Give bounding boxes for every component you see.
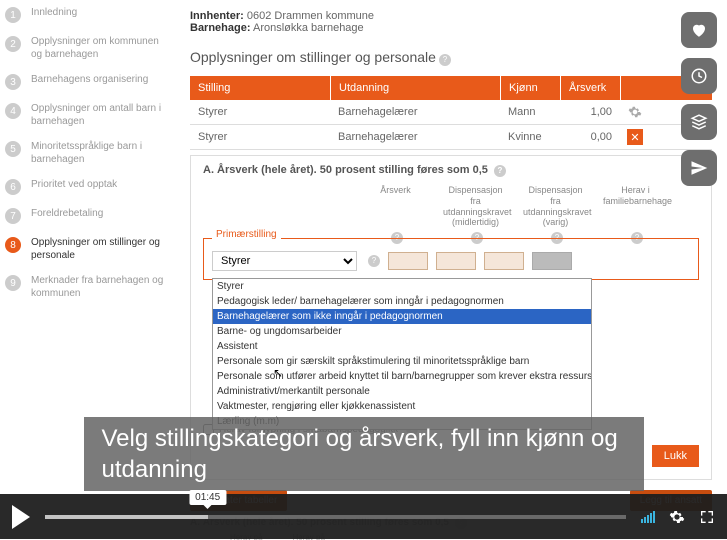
header-info: Innhenter: 0602 Drammen kommune Barnehag… xyxy=(190,10,712,34)
disp-mid-input[interactable] xyxy=(436,252,476,270)
gear-icon[interactable] xyxy=(628,105,642,119)
dropdown-option[interactable]: Personale som utfører arbeid knyttet til… xyxy=(213,369,591,384)
sidebar-item-7[interactable]: 7Foreldrebetaling xyxy=(5,201,170,230)
help-icon[interactable]: ? xyxy=(368,255,380,267)
sidebar-item-1[interactable]: 1Innledning xyxy=(5,0,170,29)
dropdown-option[interactable]: Vaktmester, rengjøring eller kjøkkenassi… xyxy=(213,399,591,414)
video-caption: Velg stillingskategori og årsverk, fyll … xyxy=(84,417,644,491)
fieldset-legend: Primærstilling xyxy=(212,229,281,240)
familie-input[interactable] xyxy=(532,252,572,270)
dropdown-option[interactable]: Administrativt/merkantilt personale xyxy=(213,384,591,399)
table-row[interactable]: Styrer Barnehagelærer Kvinne 0,00 ✕ xyxy=(190,125,712,150)
progress-bar[interactable]: 01:45 xyxy=(45,515,626,519)
position-dropdown[interactable]: Styrer xyxy=(212,251,357,271)
fullscreen-icon[interactable] xyxy=(699,509,715,525)
help-icon[interactable]: ? xyxy=(439,54,451,66)
dropdown-option[interactable]: Assistent xyxy=(213,339,591,354)
cursor-icon: ↖ xyxy=(273,366,283,380)
dropdown-option[interactable]: Styrer xyxy=(213,279,591,294)
collections-button[interactable] xyxy=(681,104,717,140)
settings-icon[interactable] xyxy=(669,509,685,525)
close-button[interactable]: Lukk xyxy=(652,445,699,467)
dropdown-option[interactable]: Barne- og ungdomsarbeider xyxy=(213,324,591,339)
dropdown-option[interactable]: Barnehagelærer som ikke inngår i pedagog… xyxy=(213,309,591,324)
favorite-button[interactable] xyxy=(681,12,717,48)
sidebar-item-4[interactable]: 4Opplysninger om antall barn i barnehage… xyxy=(5,96,170,134)
sidebar-item-9[interactable]: 9Merknader fra barnehagen og kommunen xyxy=(5,268,170,306)
dropdown-option[interactable]: Personale som gir særskilt språkstimuler… xyxy=(213,354,591,369)
close-icon[interactable]: ✕ xyxy=(627,129,643,145)
volume-button[interactable] xyxy=(641,511,655,523)
dropdown-option[interactable]: Pedagogisk leder/ barnehagelærer som inn… xyxy=(213,294,591,309)
primary-position-box: Primærstilling Styrer ? Styrer Pedagogis… xyxy=(203,238,699,280)
right-actions xyxy=(681,12,717,186)
share-button[interactable] xyxy=(681,150,717,186)
sidebar-item-6[interactable]: 6Prioritet ved opptak xyxy=(5,172,170,201)
sidebar-item-3[interactable]: 3Barnehagens organisering xyxy=(5,67,170,96)
video-controls: 01:45 xyxy=(0,494,727,539)
arsverk-input[interactable] xyxy=(388,252,428,270)
time-label: 01:45 xyxy=(189,490,226,505)
sidebar-item-2[interactable]: 2Opplysninger om kommunen og barnehagen xyxy=(5,29,170,67)
section-title: Opplysninger om stillinger og personale? xyxy=(190,49,712,66)
help-icon[interactable]: ? xyxy=(494,165,506,177)
watch-later-button[interactable] xyxy=(681,58,717,94)
disp-varig-input[interactable] xyxy=(484,252,524,270)
sidebar-item-8[interactable]: 8Opplysninger om stillinger og personale xyxy=(5,230,170,268)
table-header: Stilling Utdanning Kjønn Årsverk xyxy=(190,76,712,100)
table-row[interactable]: Styrer Barnehagelærer Mann 1,00 xyxy=(190,100,712,125)
position-dropdown-list: Styrer Pedagogisk leder/ barnehagelærer … xyxy=(212,278,592,430)
play-button[interactable] xyxy=(12,505,30,529)
sidebar-item-5[interactable]: 5Minoritetsspråklige barn i barnehagen xyxy=(5,134,170,172)
